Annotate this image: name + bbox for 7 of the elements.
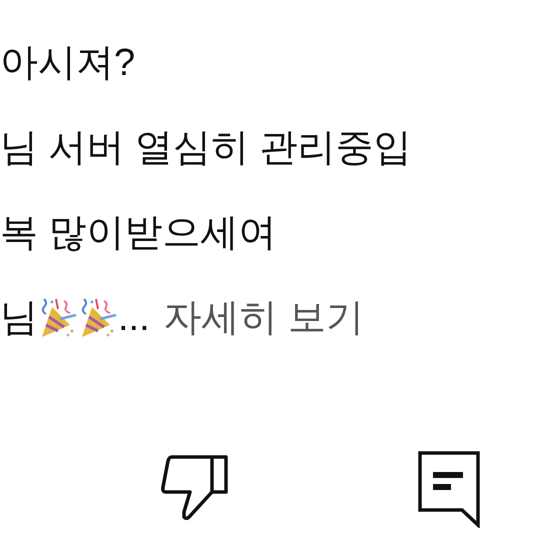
see-more-link[interactable]: 자세히 보기 [164,298,364,336]
comment-text: 님 [0,298,38,336]
comment-icon[interactable] [417,450,481,528]
comment-text: 님 서버 열심히 관리중입 [0,128,412,166]
comment-text: 아시져? [0,44,136,82]
ellipsis: ... [118,298,150,336]
comment-text: 복 많이받으세여 [0,214,277,252]
